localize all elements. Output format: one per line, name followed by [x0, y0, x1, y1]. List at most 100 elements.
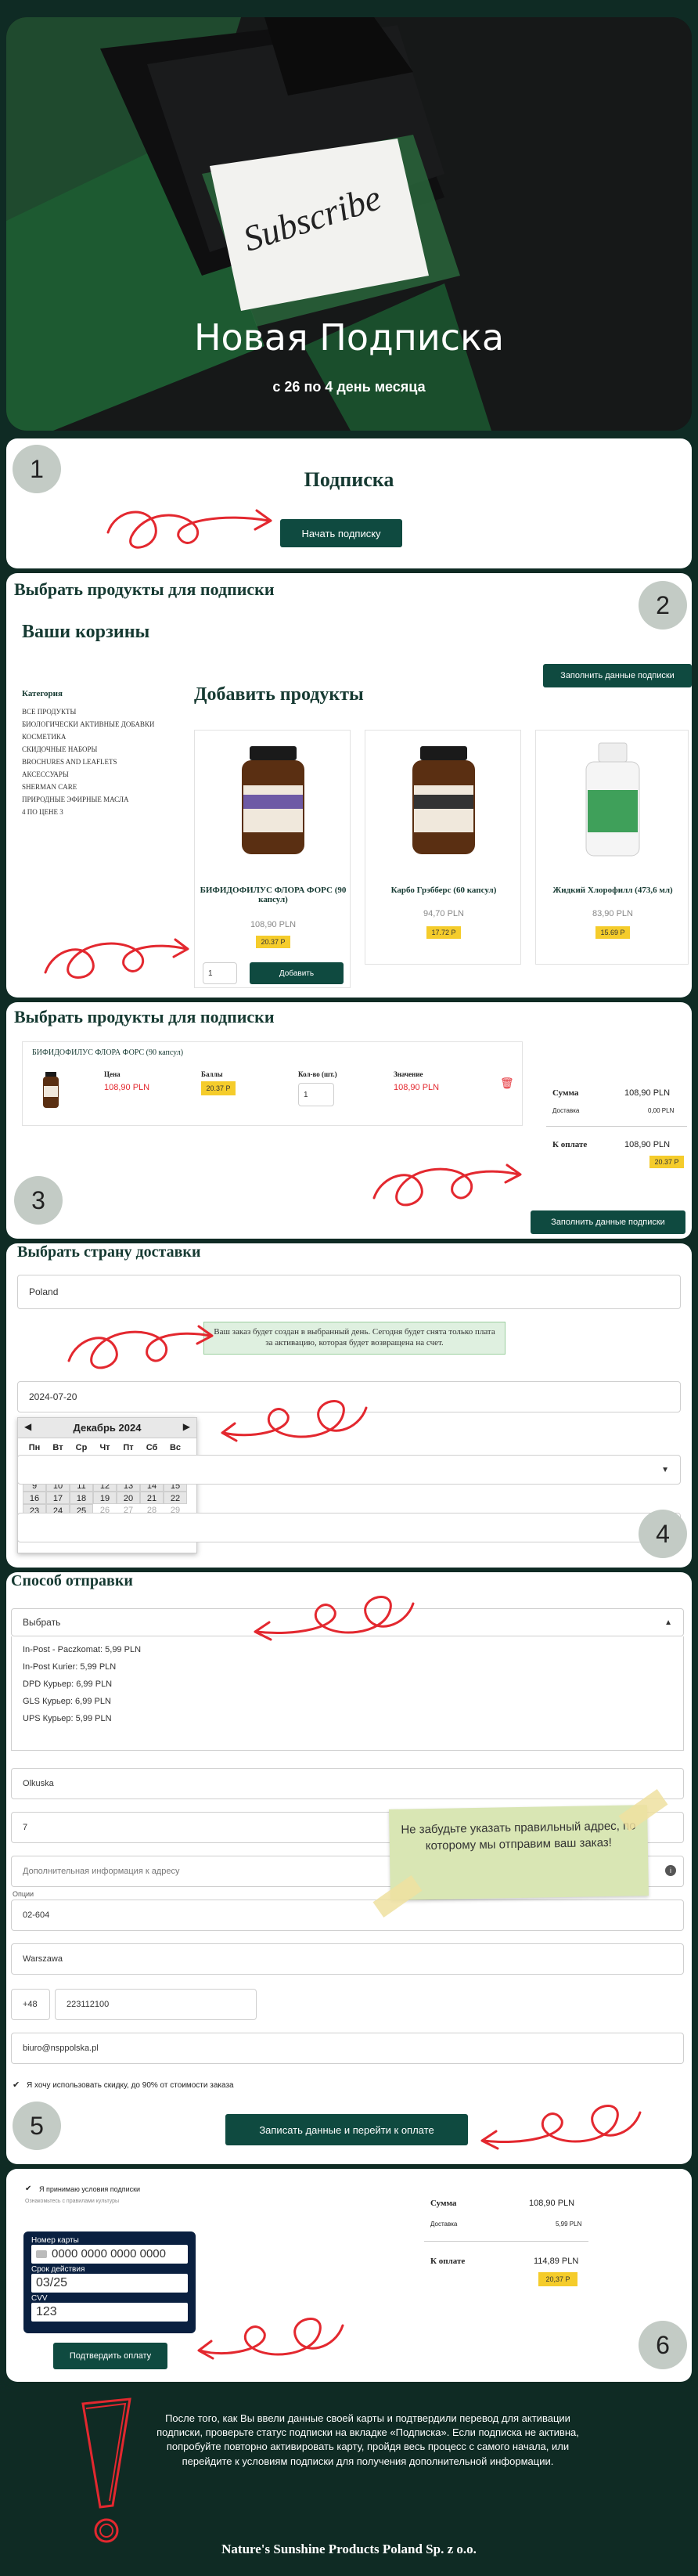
- shipping-option[interactable]: DPD Курьер: 6,99 PLN: [12, 1676, 683, 1693]
- arrow-doodle: [67, 1325, 214, 1369]
- discount-checkbox[interactable]: ✔: [13, 2080, 20, 2090]
- summary-sum-value: 108,90 PLN: [624, 1088, 671, 1098]
- quantity-stepper[interactable]: 1: [203, 962, 237, 984]
- cart-item-row: БИФИДОФИЛУС ФЛОРА ФОРС (90 капсул) Цена …: [22, 1041, 523, 1126]
- info-icon: i: [665, 1865, 676, 1876]
- sticky-note: Не забудьте указать правильный адрес, по…: [389, 1805, 649, 1900]
- product-price: 94,70 PLN: [423, 909, 464, 918]
- step4-title: Выбрать страну доставки: [17, 1243, 201, 1261]
- phone-field[interactable]: 223112100: [55, 1989, 257, 2020]
- card-number-label: Номер карты: [31, 2236, 79, 2245]
- card-expiry-field[interactable]: 03/25: [31, 2274, 188, 2293]
- calendar-weekday: Чт: [99, 1443, 110, 1452]
- card-number-field[interactable]: 0000 0000 0000 0000: [31, 2245, 188, 2264]
- calendar-day[interactable]: 21: [140, 1492, 164, 1504]
- category-item[interactable]: ПРИРОДНЫЕ ЭФИРНЫЕ МАСЛА: [22, 796, 186, 803]
- product-card: Жидкий Хлорофилл (473,6 мл) 83,90 PLN 15…: [535, 730, 689, 965]
- category-item[interactable]: КОСМЕТИКА: [22, 733, 186, 741]
- summary-divider: [424, 2241, 588, 2242]
- step-number-badge: 2: [639, 581, 687, 630]
- categories-title: Категория: [22, 689, 63, 698]
- optional-label: Опции: [13, 1890, 34, 1898]
- card-cvv-field[interactable]: 123: [31, 2303, 188, 2322]
- category-item[interactable]: ВСЕ ПРОДУКТЫ: [22, 708, 186, 716]
- country-select[interactable]: Poland: [17, 1275, 681, 1309]
- step5-title: Способ отправки: [11, 1572, 133, 1589]
- product-name: Жидкий Хлорофилл (473,6 мл): [552, 886, 673, 895]
- city-field[interactable]: Warszawa: [11, 1943, 684, 1975]
- terms-sub-link[interactable]: Ознакомьтесь с правилами культуры: [25, 2199, 119, 2204]
- category-list: ВСЕ ПРОДУКТЫ БИОЛОГИЧЕСКИ АКТИВНЫЕ ДОБАВК…: [22, 708, 186, 821]
- summary-delivery-value: 0,00 PLN: [648, 1107, 675, 1114]
- postcode-field[interactable]: 02-604: [11, 1900, 684, 1931]
- footer-notice: После того, как Вы ввели данные своей ка…: [157, 2412, 579, 2467]
- category-item[interactable]: SHERMAN CARE: [22, 783, 186, 791]
- category-item[interactable]: СКИДОЧНЫЕ НАБОРЫ: [22, 745, 186, 753]
- shipping-option[interactable]: In-Post Kurier: 5,99 PLN: [12, 1658, 683, 1676]
- category-item[interactable]: БИОЛОГИЧЕСКИ АКТИВНЫЕ ДОБАВКИ: [22, 720, 186, 728]
- calendar-day[interactable]: 20: [117, 1492, 140, 1504]
- save-and-pay-button[interactable]: Записать данные и перейти к оплате: [225, 2114, 468, 2145]
- page: Subscribe Новая Подписка с 26 по 4 день …: [0, 0, 698, 2576]
- arrow-doodle: [197, 2318, 344, 2360]
- terms-label: Я принимаю условия подписки: [39, 2185, 141, 2193]
- summary-total-label: К оплате: [552, 1140, 588, 1149]
- calendar-day[interactable]: 18: [70, 1492, 93, 1504]
- terms-checkbox[interactable]: ✔: [25, 2185, 31, 2193]
- card-cvv-label: CVV: [31, 2294, 48, 2303]
- step2-panel: Выбрать продукты для подписки 2 Ваши кор…: [6, 573, 692, 998]
- fill-subscription-data-button[interactable]: Заполнить данные подписки: [543, 664, 692, 687]
- next-month-icon[interactable]: ▶: [183, 1421, 190, 1432]
- exclamation-icon: [81, 2397, 131, 2543]
- calendar-day[interactable]: 16: [23, 1492, 46, 1504]
- calendar-day[interactable]: 22: [164, 1492, 187, 1504]
- category-item[interactable]: 4 ПО ЦЕНЕ 3: [22, 808, 186, 816]
- calendar-day[interactable]: 17: [46, 1492, 70, 1504]
- fill-subscription-data-button[interactable]: Заполнить данные подписки: [531, 1210, 685, 1234]
- discount-label: Я хочу использовать скидку, до 90% от ст…: [27, 2081, 234, 2090]
- summary-sum-label: Сумма: [552, 1088, 579, 1098]
- summary-delivery-label: Доставка: [430, 2221, 458, 2228]
- step1-title: Подписка: [304, 468, 394, 491]
- hero-title: Новая Подписка: [193, 316, 505, 359]
- product-bottle-image: [585, 742, 640, 857]
- summary-delivery-value: 5,99 PLN: [556, 2221, 582, 2228]
- phone-prefix-field[interactable]: +48: [11, 1989, 50, 2020]
- start-subscription-button[interactable]: Начать подписку: [280, 519, 402, 547]
- category-item[interactable]: BROCHURES AND LEAFLETS: [22, 758, 186, 766]
- product-bottle-image: [412, 746, 475, 854]
- col-value-label: Значение: [394, 1070, 423, 1078]
- product-bottle-image: [43, 1072, 59, 1108]
- extra-field[interactable]: [17, 1513, 681, 1542]
- step3-title: Выбрать продукты для подписки: [14, 1007, 275, 1026]
- step4-panel: Выбрать страну доставки Poland Ваш заказ…: [6, 1243, 692, 1568]
- summary-total-label: К оплате: [430, 2257, 466, 2266]
- summary-sum-value: 108,90 PLN: [529, 2199, 575, 2208]
- arrow-doodle: [106, 509, 272, 549]
- confirm-payment-button[interactable]: Подтвердить оплату: [53, 2343, 167, 2369]
- trash-icon[interactable]: 🗑: [500, 1077, 514, 1090]
- product-price: 108,90 PLN: [250, 920, 297, 929]
- cart-item-quantity[interactable]: 1: [298, 1083, 334, 1106]
- cart-item-value: 108,90 PLN: [394, 1083, 440, 1092]
- product-name: БИФИДОФИЛУС ФЛОРА ФОРС (90 капсул): [200, 886, 347, 904]
- calendar-day[interactable]: 19: [93, 1492, 117, 1504]
- add-product-button[interactable]: Добавить: [250, 962, 344, 984]
- step1-panel: 1 Подписка Начать подписку: [6, 438, 692, 568]
- day-select[interactable]: ▼: [17, 1455, 681, 1485]
- baskets-title: Ваши корзины: [22, 622, 150, 642]
- card-form: Номер карты 0000 0000 0000 0000 Срок дей…: [23, 2231, 196, 2333]
- calendar-month: Декабрь 2024: [73, 1422, 142, 1434]
- email-field[interactable]: biuro@nsppolska.pl: [11, 2033, 684, 2064]
- cart-item-points: 20.37 Р: [201, 1081, 236, 1095]
- product-bottle-image: [242, 746, 304, 854]
- calendar-weekday: Ср: [75, 1443, 88, 1452]
- product-card: Карбо Грэбберс (60 капсул) 94,70 PLN 17.…: [365, 730, 521, 965]
- shipping-option[interactable]: GLS Курьер: 6,99 PLN: [12, 1693, 683, 1710]
- step6-panel: ✔ Я принимаю условия подписки Ознакомьте…: [6, 2169, 692, 2382]
- category-item[interactable]: АКСЕССУАРЫ: [22, 770, 186, 778]
- calendar-weekday: Вт: [52, 1443, 63, 1452]
- shipping-option[interactable]: UPS Курьер: 5,99 PLN: [12, 1710, 683, 1727]
- street-field[interactable]: Olkuska: [11, 1768, 684, 1799]
- chevron-up-icon: ▲: [664, 1618, 672, 1627]
